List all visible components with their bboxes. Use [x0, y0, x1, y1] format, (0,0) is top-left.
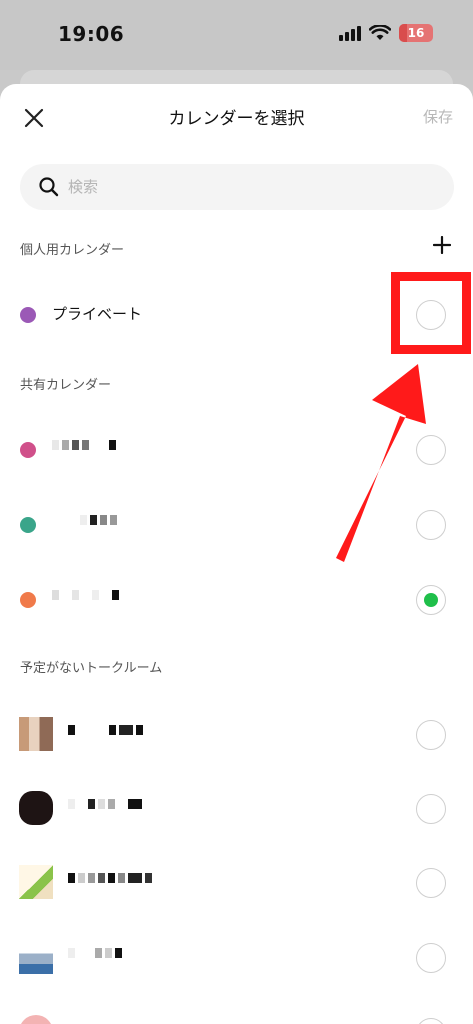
talk-room-row-1[interactable] — [0, 704, 473, 764]
calendar-color-dot — [20, 592, 36, 608]
radio-button[interactable] — [416, 1018, 446, 1024]
radio-button[interactable] — [416, 720, 446, 750]
radio-button-selected[interactable] — [416, 585, 446, 615]
redacted-name — [68, 799, 142, 809]
battery-icon: 16 — [399, 24, 433, 42]
avatar — [19, 791, 53, 825]
section-no-schedule: 予定がないトークルーム — [20, 661, 163, 676]
avatar — [19, 717, 53, 751]
plus-icon[interactable] — [433, 236, 451, 254]
redacted-name — [68, 873, 152, 883]
talk-room-row-5[interactable] — [0, 1002, 473, 1024]
radio-button[interactable] — [416, 794, 446, 824]
page-title: カレンダーを選択 — [168, 109, 305, 129]
talk-room-row-3[interactable] — [0, 852, 473, 912]
annotation-arrow-icon — [336, 364, 426, 562]
search-input[interactable] — [68, 178, 408, 196]
talk-room-row-4[interactable] — [0, 927, 473, 987]
redacted-name — [52, 590, 119, 600]
search-icon — [39, 177, 59, 197]
radio-button[interactable] — [416, 868, 446, 898]
avatar — [19, 940, 53, 974]
calendar-color-dot — [20, 442, 36, 458]
status-time: 19:06 — [58, 22, 125, 46]
calendar-color-dot — [20, 517, 36, 533]
redacted-name — [68, 725, 143, 735]
section-personal: 個人用カレンダー — [20, 243, 125, 258]
calendar-label: プライベート — [52, 305, 143, 323]
save-button[interactable]: 保存 — [423, 106, 453, 127]
section-shared: 共有カレンダー — [20, 378, 112, 393]
redacted-name — [52, 440, 116, 450]
sheet-header: カレンダーを選択 保存 — [0, 84, 473, 148]
status-icons: 16 — [339, 24, 433, 42]
annotation-highlight-box — [391, 272, 471, 354]
search-bar[interactable] — [20, 164, 454, 210]
status-bar: 19:06 16 — [0, 0, 473, 70]
talk-room-row-2[interactable] — [0, 778, 473, 838]
redacted-name — [68, 948, 122, 958]
battery-level: 16 — [407, 26, 425, 40]
calendar-row-shared-3[interactable] — [0, 569, 473, 629]
calendar-color-dot — [20, 307, 36, 323]
avatar — [19, 1015, 53, 1024]
wifi-icon — [369, 25, 391, 40]
avatar — [19, 865, 53, 899]
radio-button[interactable] — [416, 943, 446, 973]
redacted-name — [80, 515, 117, 525]
signal-icon — [339, 25, 361, 41]
